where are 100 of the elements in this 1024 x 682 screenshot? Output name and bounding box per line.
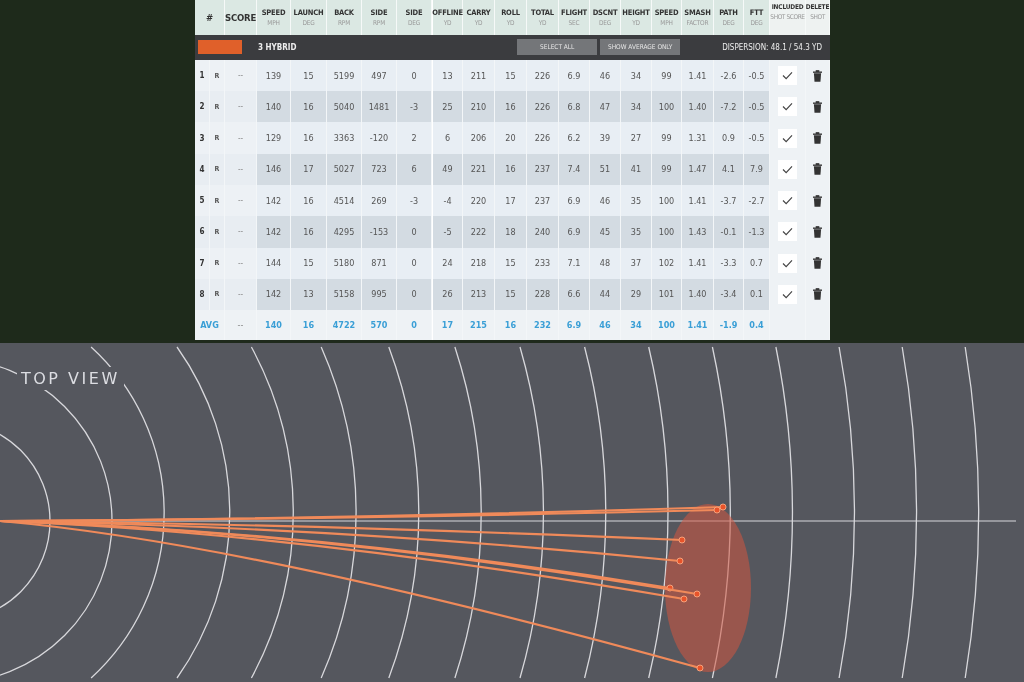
table-cell: -3 <box>397 185 432 217</box>
table-cell: 100 <box>652 185 682 217</box>
include-checkbox[interactable] <box>778 97 797 117</box>
table-cell: 0 <box>397 278 432 311</box>
table-cell: 17 <box>291 153 327 185</box>
table-cell: 37 <box>621 247 652 279</box>
trash-icon[interactable] <box>813 163 822 176</box>
table-cell: 146 <box>257 153 291 185</box>
table-cell: 5180 <box>327 247 362 279</box>
average-value: 17 <box>432 310 463 341</box>
trash-icon[interactable] <box>813 225 822 238</box>
checkmark-icon <box>782 133 793 143</box>
table-cell: -2.7 <box>744 185 770 217</box>
table-cell: -- <box>225 153 257 185</box>
table-cell: 46 <box>590 185 621 217</box>
table-cell: 0 <box>397 247 432 279</box>
table-cell: -3.3 <box>714 247 744 279</box>
table-cell: 228 <box>527 278 559 311</box>
table-cell: 995 <box>362 278 397 311</box>
table-cell: -0.5 <box>744 91 770 123</box>
table-cell: 49 <box>432 153 463 185</box>
table-cell: 34 <box>621 59 652 92</box>
include-checkbox[interactable] <box>778 191 797 211</box>
include-checkbox[interactable] <box>778 159 797 179</box>
table-cell: 2 <box>397 122 432 154</box>
table-cell: 24 <box>432 247 463 279</box>
table-cell: 6.2 <box>559 122 590 154</box>
include-checkbox[interactable] <box>778 284 797 304</box>
table-cell: 871 <box>362 247 397 279</box>
table-cell: 26 <box>432 278 463 311</box>
table-cell: 6 <box>397 153 432 185</box>
table-cell: 1.40 <box>682 91 714 123</box>
table-cell: 0.7 <box>744 247 770 279</box>
table-cell: 47 <box>590 91 621 123</box>
table-cell: -- <box>225 91 257 123</box>
table-cell: 44 <box>590 278 621 311</box>
include-checkbox[interactable] <box>778 128 797 148</box>
table-cell: 6.6 <box>559 278 590 311</box>
table-cell: 15 <box>495 59 527 92</box>
table-cell: 4514 <box>327 185 362 217</box>
table-cell: 142 <box>257 185 291 217</box>
table-cell: 99 <box>652 122 682 154</box>
include-checkbox[interactable] <box>778 66 797 86</box>
table-cell: 0 <box>397 59 432 92</box>
table-cell: 13 <box>291 278 327 311</box>
table-cell: 0.1 <box>744 278 770 311</box>
table-cell: 100 <box>652 216 682 248</box>
table-cell: 3363 <box>327 122 362 154</box>
trash-icon[interactable] <box>813 132 822 145</box>
table-cell: 226 <box>527 122 559 154</box>
table-cell: 4.1 <box>714 153 744 185</box>
table-cell: 233 <box>527 247 559 279</box>
trash-icon[interactable] <box>813 100 822 113</box>
table-cell: 15 <box>495 278 527 311</box>
table-cell: 6.9 <box>559 216 590 248</box>
table-cell: 20 <box>495 122 527 154</box>
checkmark-icon <box>782 71 793 81</box>
table-cell: 15 <box>291 59 327 92</box>
table-cell: 5027 <box>327 153 362 185</box>
checkmark-icon <box>782 164 793 174</box>
table-cell: -3.7 <box>714 185 744 217</box>
column-header: SCORE <box>224 12 257 23</box>
trash-icon[interactable] <box>813 257 822 270</box>
table-cell: 102 <box>652 247 682 279</box>
table-cell: 0 <box>397 216 432 248</box>
table-cell: 27 <box>621 122 652 154</box>
table-cell: 13 <box>432 59 463 92</box>
trash-icon[interactable] <box>813 69 822 82</box>
table-cell: 221 <box>463 153 495 185</box>
trash-icon[interactable] <box>813 194 822 207</box>
table-cell: 48 <box>590 247 621 279</box>
table-cell: 99 <box>652 153 682 185</box>
table-cell: 17 <box>495 185 527 217</box>
checkmark-icon <box>782 102 793 112</box>
checkmark-icon <box>782 196 793 206</box>
table-cell: -7.2 <box>714 91 744 123</box>
column-header: # <box>206 12 213 23</box>
table-cell: 46 <box>590 59 621 92</box>
trash-icon[interactable] <box>813 288 822 301</box>
table-cell: 210 <box>463 91 495 123</box>
table-cell: 101 <box>652 278 682 311</box>
view-title: TOP VIEW <box>17 367 124 390</box>
table-cell: 5040 <box>327 91 362 123</box>
table-cell: 240 <box>527 216 559 248</box>
include-checkbox[interactable] <box>778 222 797 242</box>
table-cell: 4295 <box>327 216 362 248</box>
include-checkbox[interactable] <box>778 253 797 273</box>
table-cell: 6.9 <box>559 59 590 92</box>
table-cell: 237 <box>527 153 559 185</box>
table-cell: 226 <box>527 91 559 123</box>
table-cell: 39 <box>590 122 621 154</box>
table-cell: -- <box>225 278 257 311</box>
table-cell: 226 <box>527 59 559 92</box>
shot-number: 2 <box>195 91 210 123</box>
table-cell: 7.1 <box>559 247 590 279</box>
table-cell: 144 <box>257 247 291 279</box>
table-cell: 51 <box>590 153 621 185</box>
dispersion-label: DISPERSION: 48.1 / 54.3 YD <box>722 42 822 52</box>
table-cell: -2.6 <box>714 59 744 92</box>
table-cell: 16 <box>291 216 327 248</box>
